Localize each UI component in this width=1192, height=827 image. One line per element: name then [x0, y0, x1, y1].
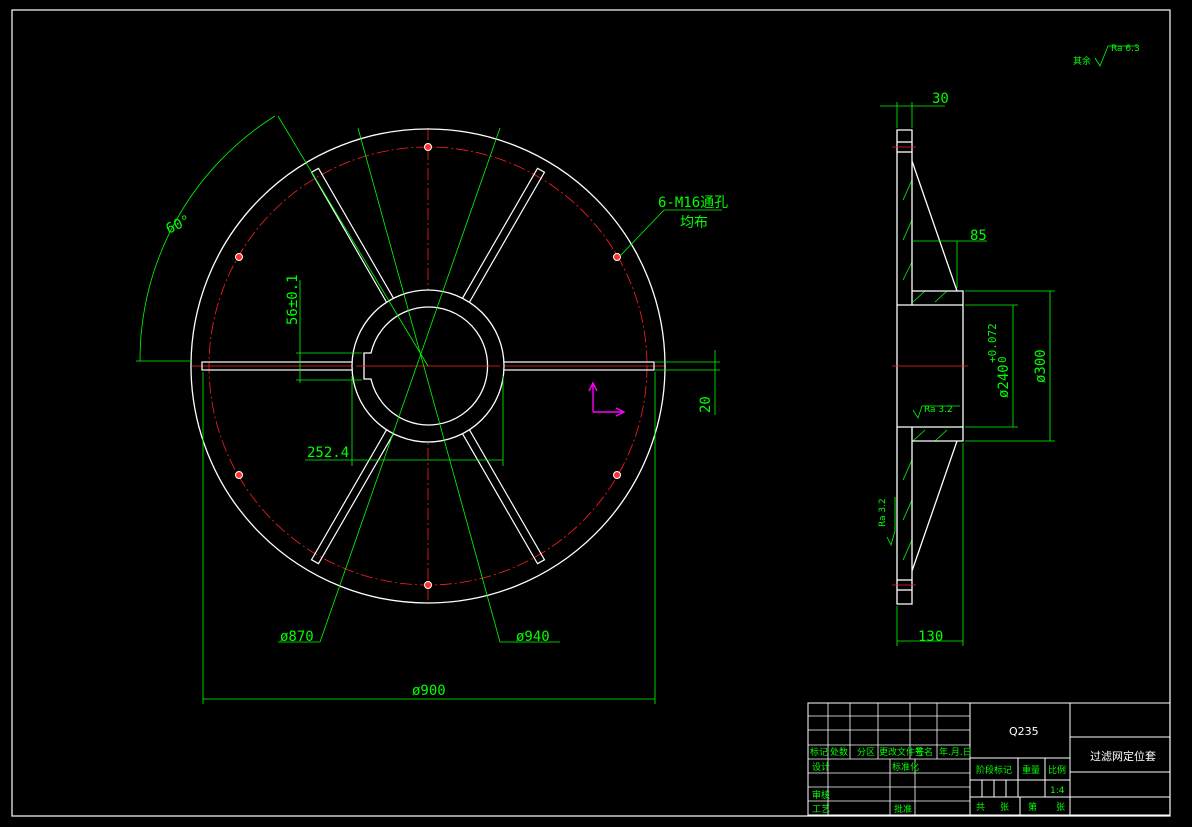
label-review: 审核: [812, 789, 830, 801]
general-roughness-value: Ra 6.3: [1111, 44, 1140, 54]
front-view: 60° 6-M16通孔 均布 56±0.1 20 252.4 ø870 ø940…: [136, 115, 728, 704]
title-block: Q235 过滤网定位套 1:4 标记 处数 分区 更改文件号 签名 年.月.日 …: [807, 702, 1171, 816]
ucs-icon: [588, 381, 626, 417]
label-signature: 签名: [915, 746, 933, 758]
angle-arc: [139, 115, 276, 362]
bolt-hole-bottom: [424, 581, 432, 589]
label-mark: 标记: [810, 746, 828, 758]
side-profile: [896, 129, 964, 605]
keyway-dimension: 56±0.1: [285, 274, 301, 325]
dia-900-label: ø900: [412, 683, 446, 699]
label-zone: 分区: [857, 747, 875, 758]
label-page: 第: [1028, 801, 1037, 813]
spoke-upper-right: [461, 167, 546, 304]
hole-note-leader: [619, 209, 665, 257]
side-hatch: [902, 179, 948, 561]
part-name: 过滤网定位套: [1090, 749, 1156, 763]
bore-tolerance-lower: 0: [996, 356, 1009, 363]
roughness-symbol-face: [886, 497, 896, 547]
bore-diameter: ø240: [996, 364, 1012, 398]
bolt-hole-upper-right: [613, 253, 621, 261]
cad-drawing: 60° 6-M16通孔 均布 56±0.1 20 252.4 ø870 ø940…: [11, 9, 1171, 817]
label-scale: 比例: [1048, 764, 1066, 776]
slot-offset-dimension: 252.4: [307, 445, 349, 461]
label-standardize: 标准化: [892, 761, 919, 773]
dim-85-label: 85: [970, 228, 987, 244]
label-design: 设计: [812, 761, 830, 773]
label-approve: 批准: [894, 803, 912, 815]
bolt-hole-lower-right: [613, 471, 621, 479]
thickness-dimension: 30: [932, 91, 949, 107]
dia-870-label: ø870: [280, 629, 314, 645]
holes-note-line1: 6-M16通孔: [658, 195, 728, 211]
dia-940-label: ø940: [516, 629, 550, 645]
bolt-hole-upper-left: [235, 253, 243, 261]
hub-width-dimension: 130: [918, 629, 943, 645]
drawing-border: [11, 9, 1171, 817]
label-total: 共: [976, 802, 985, 813]
general-roughness-label: 其余: [1073, 55, 1091, 67]
bolt-hole-top: [424, 143, 432, 151]
angle-label: 60°: [164, 212, 194, 237]
material-label: Q235: [1009, 725, 1039, 738]
label-sheet: 张: [1056, 802, 1065, 813]
bolt-hole-lower-left: [235, 471, 243, 479]
side-dimension-lines: [880, 45, 1137, 646]
label-stage-mark: 阶段标记: [976, 764, 1012, 776]
label-weight: 重量: [1022, 764, 1040, 776]
side-view: 30 85 130 ø240 +0.072 0 ø300 Ra 3.2 Ra 3…: [878, 44, 1140, 646]
slot-width-dimension: 20: [698, 396, 714, 413]
angle-leader-line: [277, 115, 429, 367]
side-outline: [896, 129, 964, 605]
roughness-hub-label: Ra 3.2: [924, 405, 953, 415]
title-block-left-grid: [808, 703, 970, 815]
hub-diameter: ø300: [1033, 349, 1049, 383]
label-process: 工艺: [812, 804, 830, 815]
holes-note-line2: 均布: [680, 215, 708, 231]
label-date: 年.月.日: [939, 746, 972, 758]
label-sheets: 张: [1000, 802, 1009, 813]
scale-value: 1:4: [1050, 786, 1065, 796]
roughness-face-label: Ra 3.2: [878, 498, 888, 527]
label-count: 处数: [830, 746, 848, 758]
spoke-upper-left: [310, 167, 395, 304]
